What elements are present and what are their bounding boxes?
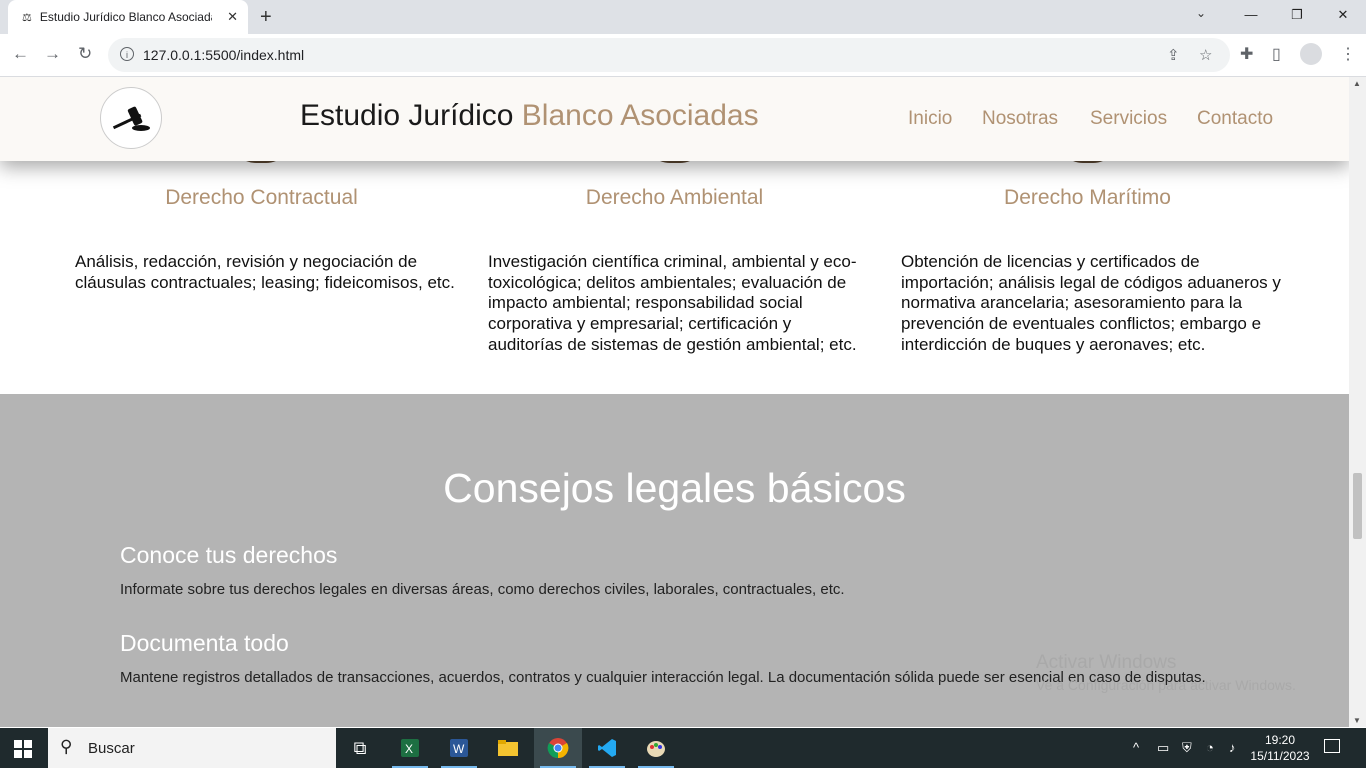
service-title-maritimo: Derecho Marítimo — [1004, 186, 1171, 209]
share-icon[interactable]: ⇪ — [1167, 46, 1180, 64]
close-window-icon[interactable]: ✕ — [1320, 0, 1366, 30]
tip-body-derechos: Informate sobre tus derechos legales en … — [120, 581, 845, 598]
new-tab-icon[interactable]: + — [260, 6, 272, 29]
tab-search-chevron-icon[interactable]: ⌄ — [1196, 6, 1206, 20]
tip-heading-derechos: Conoce tus derechos — [120, 542, 338, 568]
page-viewport: Estudio Jurídico Blanco Asociadas Inicio… — [0, 77, 1349, 727]
vscode-app-icon[interactable] — [583, 728, 631, 768]
clock-date: 15/11/2023 — [1250, 749, 1310, 763]
service-description-contractual: Análisis, redacción, revisión y negociac… — [75, 252, 455, 292]
gavel-logo-icon[interactable] — [100, 87, 162, 149]
browser-toolbar: ← → ↻ i 127.0.0.1:5500/index.html ⇪ ☆ ✚ … — [0, 34, 1366, 77]
forward-icon[interactable]: → — [44, 44, 61, 64]
tray-volume-icon[interactable]: ♪ — [1229, 740, 1236, 755]
service-title-ambiental: Derecho Ambiental — [585, 186, 764, 209]
address-bar[interactable]: i 127.0.0.1:5500/index.html ⇪ ☆ — [108, 38, 1230, 72]
tray-chevron-up-icon[interactable]: ^ — [1133, 740, 1139, 755]
minimize-icon[interactable]: — — [1228, 0, 1274, 30]
taskbar-clock[interactable]: 19:20 15/11/2023 — [1250, 732, 1310, 764]
nav-link-inicio[interactable]: Inicio — [908, 108, 952, 130]
notification-center-icon[interactable] — [1324, 739, 1340, 753]
extensions-icon[interactable]: ✚ — [1240, 44, 1253, 64]
reload-icon[interactable]: ↻ — [78, 44, 92, 64]
svg-text:X: X — [405, 742, 413, 756]
brand-title: Estudio Jurídico Blanco Asociadas — [300, 99, 759, 133]
tips-title: Consejos legales básicos — [443, 465, 906, 511]
tab-title: Estudio Jurídico Blanco Asociadas — [39, 10, 212, 24]
back-icon[interactable]: ← — [12, 44, 29, 64]
nav-link-nosotras[interactable]: Nosotras — [982, 108, 1058, 130]
search-icon: ⚲ — [60, 737, 73, 756]
clock-time: 19:20 — [1264, 733, 1296, 747]
site-favicon-icon: ⚖ — [22, 11, 32, 24]
brand-accent: Blanco Asociadas — [521, 99, 759, 132]
browser-tab-strip: ⚖ Estudio Jurídico Blanco Asociadas ✕ + … — [0, 0, 1366, 34]
site-header: Estudio Jurídico Blanco Asociadas Inicio… — [0, 77, 1349, 161]
excel-app-icon[interactable]: X — [386, 728, 434, 768]
tray-battery-icon[interactable]: ▭ — [1157, 740, 1169, 756]
nav-link-servicios[interactable]: Servicios — [1090, 108, 1167, 130]
taskbar-search-box[interactable]: ⚲ Buscar — [48, 728, 336, 768]
activation-watermark-title: Activar Windows — [1036, 652, 1177, 673]
taskbar-search-placeholder: Buscar — [88, 740, 135, 757]
word-app-icon[interactable]: W — [435, 728, 483, 768]
nav-link-contacto[interactable]: Contacto — [1197, 108, 1273, 130]
task-view-icon[interactable]: ⧉ — [336, 728, 384, 768]
url-text[interactable]: 127.0.0.1:5500/index.html — [143, 47, 304, 63]
browser-tab[interactable]: ⚖ Estudio Jurídico Blanco Asociadas ✕ — [8, 0, 248, 34]
bookmark-star-icon[interactable]: ☆ — [1199, 46, 1212, 64]
scroll-down-arrow-icon[interactable]: ▼ — [1353, 716, 1361, 725]
browser-menu-icon[interactable]: ⋮ — [1340, 44, 1356, 64]
scroll-thumb[interactable] — [1353, 473, 1362, 539]
service-title-contractual: Derecho Contractual — [165, 186, 358, 209]
tray-wifi-icon[interactable]: ◔ — [1206, 740, 1214, 755]
scroll-up-arrow-icon[interactable]: ▲ — [1353, 79, 1361, 88]
service-description-maritimo: Obtención de licencias y certificados de… — [901, 252, 1281, 354]
activation-watermark-text: Ve a Configuración para activar Windows. — [1036, 677, 1296, 693]
restore-icon[interactable]: ❐ — [1274, 0, 1320, 30]
file-explorer-icon[interactable] — [484, 728, 532, 768]
site-info-icon[interactable]: i — [120, 47, 134, 61]
windows-taskbar: ⚲ Buscar ⧉ X W ^ ▭ ⛨ ◔ ♪ 19:20 15/11/202… — [0, 728, 1366, 768]
paint-app-icon[interactable] — [632, 728, 680, 768]
service-description-ambiental: Investigación científica criminal, ambie… — [488, 252, 857, 354]
side-panel-icon[interactable]: ▯ — [1272, 44, 1281, 64]
tip-heading-documenta: Documenta todo — [120, 630, 289, 656]
chrome-app-icon[interactable] — [534, 728, 582, 768]
profile-avatar-icon[interactable] — [1300, 43, 1322, 65]
tray-security-shield-icon[interactable]: ⛨ — [1182, 740, 1192, 756]
svg-text:W: W — [453, 742, 465, 756]
brand-main: Estudio Jurídico — [300, 99, 522, 132]
window-controls: — ❐ ✕ — [1228, 0, 1366, 30]
close-tab-icon[interactable]: ✕ — [227, 9, 238, 25]
page-scrollbar[interactable]: ▲ ▼ — [1349, 77, 1366, 727]
windows-start-icon[interactable] — [14, 740, 32, 758]
